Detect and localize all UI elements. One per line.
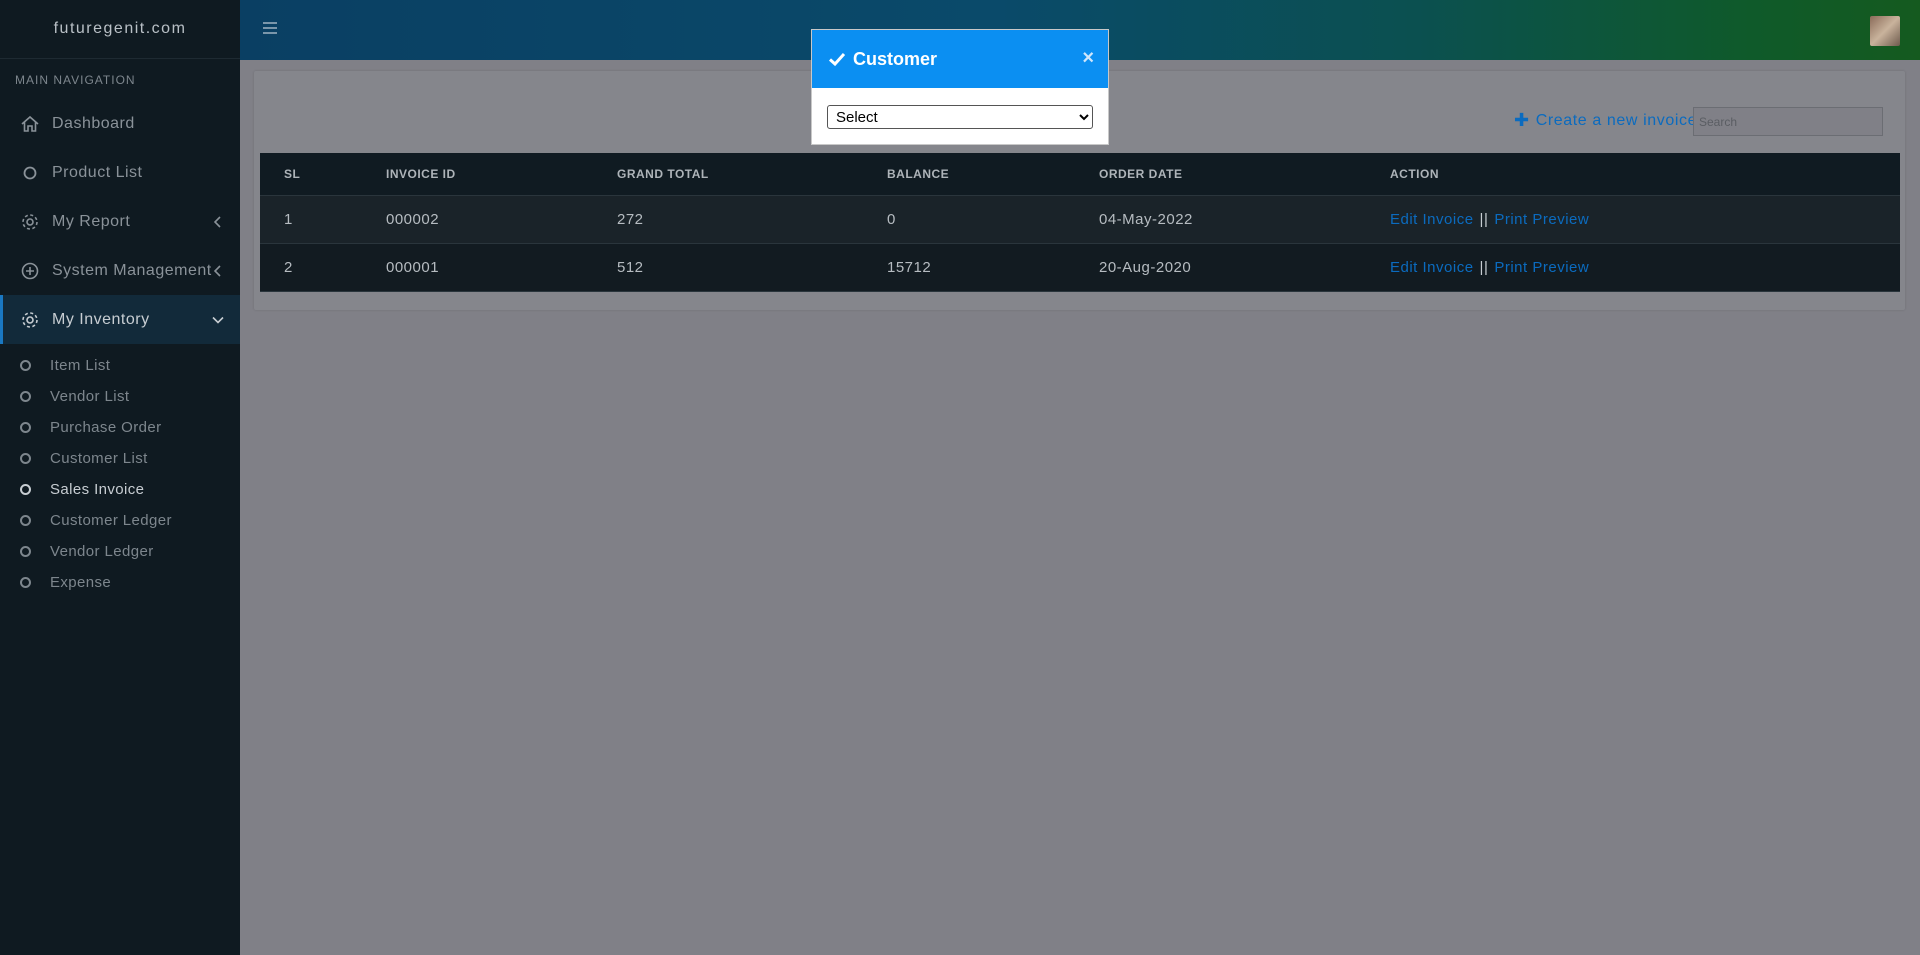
- circle-icon: [20, 546, 31, 557]
- column-header-grand-total: GRAND TOTAL: [617, 153, 887, 196]
- table-header-row: SL INVOICE ID GRAND TOTAL BALANCE ORDER …: [260, 153, 1900, 196]
- circle-icon: [20, 360, 31, 371]
- print-preview-link[interactable]: Print Preview: [1494, 211, 1589, 228]
- cell-invoice-id: 000002: [386, 195, 617, 244]
- sidebar-item-system-management[interactable]: System Management: [0, 246, 240, 295]
- sidebar-subitem-sales-invoice[interactable]: Sales Invoice: [0, 474, 240, 505]
- circle-icon: [20, 453, 31, 464]
- sidebar-item-dashboard[interactable]: Dashboard: [0, 99, 240, 148]
- circle-icon: [20, 515, 31, 526]
- hamburger-menu-icon[interactable]: [262, 20, 278, 36]
- sidebar-subitem-purchase-order[interactable]: Purchase Order: [0, 412, 240, 443]
- invoice-table: SL INVOICE ID GRAND TOTAL BALANCE ORDER …: [260, 153, 1900, 292]
- cell-order-date: 20-Aug-2020: [1099, 243, 1390, 292]
- sidebar-subitem-label: Item List: [50, 357, 111, 374]
- sidebar-subitem-label: Vendor List: [50, 388, 130, 405]
- search-input[interactable]: [1693, 107, 1883, 136]
- column-header-sl: SL: [260, 153, 386, 196]
- sidebar-subitem-customer-ledger[interactable]: Customer Ledger: [0, 505, 240, 536]
- action-separator: ||: [1479, 210, 1489, 228]
- sidebar: futuregenit.com MAIN NAVIGATION Dashboar…: [0, 0, 240, 955]
- column-header-invoice-id: INVOICE ID: [386, 153, 617, 196]
- cell-sl: 2: [260, 243, 386, 292]
- circle-icon: [20, 422, 31, 433]
- column-header-action: ACTION: [1390, 153, 1900, 196]
- edit-invoice-link[interactable]: Edit Invoice: [1390, 211, 1474, 228]
- table-row: 1 000002 272 0 04-May-2022 Edit Invoice |…: [260, 195, 1900, 244]
- nav-header: MAIN NAVIGATION: [15, 73, 136, 87]
- cell-sl: 1: [260, 195, 386, 244]
- chevron-down-icon: [212, 314, 224, 326]
- sidebar-item-my-inventory[interactable]: My Inventory: [0, 295, 240, 344]
- circle-icon: [18, 161, 42, 185]
- cell-action: Edit Invoice || Print Preview: [1390, 195, 1900, 244]
- edit-invoice-link[interactable]: Edit Invoice: [1390, 259, 1474, 276]
- plus-icon: ✚: [1514, 110, 1530, 130]
- sidebar-item-label: My Inventory: [52, 310, 150, 328]
- check-icon: [828, 50, 846, 68]
- cell-balance: 15712: [887, 243, 1099, 292]
- sidebar-subitem-customer-list[interactable]: Customer List: [0, 443, 240, 474]
- close-icon[interactable]: ×: [1082, 48, 1094, 68]
- gear-icon: [18, 210, 42, 234]
- sidebar-item-my-report[interactable]: My Report: [0, 197, 240, 246]
- circle-icon: [20, 577, 31, 588]
- customer-modal: Customer × Select: [811, 29, 1109, 145]
- chevron-left-icon: [212, 264, 224, 277]
- cell-grand-total: 512: [617, 243, 887, 292]
- home-icon: [18, 112, 42, 136]
- avatar[interactable]: [1870, 16, 1900, 46]
- sidebar-item-label: System Management: [52, 261, 212, 279]
- sidebar-subitem-label: Customer List: [50, 450, 148, 467]
- sidebar-subitem-label: Purchase Order: [50, 419, 162, 436]
- column-header-balance: BALANCE: [887, 153, 1099, 196]
- sidebar-subitem-expense[interactable]: Expense: [0, 567, 240, 598]
- circle-icon: [20, 391, 31, 402]
- create-invoice-button[interactable]: ✚ Create a new invoice: [1514, 110, 1697, 131]
- customer-select[interactable]: Select: [827, 105, 1093, 129]
- cell-order-date: 04-May-2022: [1099, 195, 1390, 244]
- modal-header: Customer ×: [812, 30, 1108, 88]
- sidebar-item-label: My Report: [52, 212, 131, 230]
- sidebar-subitem-label: Expense: [50, 574, 112, 591]
- column-header-order-date: ORDER DATE: [1099, 153, 1390, 196]
- plus-circle-icon: [18, 259, 42, 283]
- sidebar-subitem-label: Sales Invoice: [50, 481, 145, 498]
- sidebar-subitem-item-list[interactable]: Item List: [0, 350, 240, 381]
- modal-body: Select: [812, 88, 1108, 146]
- sidebar-subitem-label: Customer Ledger: [50, 512, 172, 529]
- action-separator: ||: [1479, 258, 1489, 276]
- cell-action: Edit Invoice || Print Preview: [1390, 243, 1900, 292]
- table-row: 2 000001 512 15712 20-Aug-2020 Edit Invo…: [260, 243, 1900, 292]
- sidebar-item-product-list[interactable]: Product List: [0, 148, 240, 197]
- modal-title: Customer: [853, 48, 938, 69]
- sidebar-item-label: Dashboard: [52, 114, 135, 132]
- brand-name[interactable]: futuregenit.com: [0, 0, 240, 59]
- gear-icon: [18, 308, 42, 332]
- sidebar-subitem-vendor-ledger[interactable]: Vendor Ledger: [0, 536, 240, 567]
- cell-invoice-id: 000001: [386, 243, 617, 292]
- cell-grand-total: 272: [617, 195, 887, 244]
- circle-icon: [20, 484, 31, 495]
- cell-balance: 0: [887, 195, 1099, 244]
- print-preview-link[interactable]: Print Preview: [1494, 259, 1589, 276]
- sidebar-subitem-label: Vendor Ledger: [50, 543, 154, 560]
- sidebar-subitem-vendor-list[interactable]: Vendor List: [0, 381, 240, 412]
- create-invoice-label: Create a new invoice: [1535, 111, 1698, 129]
- chevron-left-icon: [212, 215, 224, 228]
- sidebar-item-label: Product List: [52, 163, 143, 181]
